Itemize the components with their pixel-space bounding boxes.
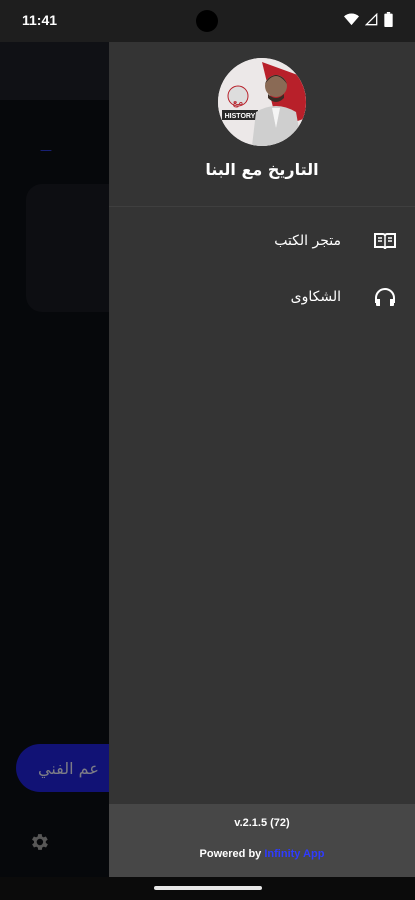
drawer-footer: v.2.1.5 (72) Powered by Infinity App xyxy=(109,804,415,877)
menu-label-complaints: الشكاوى xyxy=(290,289,341,305)
menu-label-book-store: متجر الكتب xyxy=(274,233,341,249)
menu-item-complaints[interactable]: الشكاوى xyxy=(109,269,415,325)
powered-prefix: Powered by xyxy=(199,848,262,860)
status-bar: 11:41 xyxy=(0,0,415,42)
powered-brand-link[interactable]: Infinity App xyxy=(264,848,324,860)
headphones-icon xyxy=(375,288,395,306)
avatar: ﻣﻊ HISTORY xyxy=(218,58,306,146)
avatar-image: ﻣﻊ HISTORY xyxy=(218,58,306,146)
battery-icon xyxy=(384,12,393,27)
camera-cutout xyxy=(196,10,218,32)
wifi-icon xyxy=(344,13,359,26)
app-version: v.2.1.5 (72) xyxy=(234,817,290,829)
powered-by: Powered by Infinity App xyxy=(109,848,415,860)
book-icon xyxy=(374,233,396,250)
signal-icon xyxy=(365,13,378,26)
gesture-handle[interactable] xyxy=(154,886,262,890)
svg-text:HISTORY: HISTORY xyxy=(225,113,256,120)
menu-item-book-store[interactable]: متجر الكتب xyxy=(109,213,415,269)
status-icons xyxy=(344,12,393,27)
drawer-title: التاريخ مع البنا xyxy=(205,160,319,179)
drawer-header: ﻣﻊ HISTORY التاريخ مع البنا xyxy=(109,42,415,207)
svg-text:ﻣﻊ: ﻣﻊ xyxy=(233,97,244,108)
status-time: 11:41 xyxy=(22,12,58,28)
system-nav-bar xyxy=(0,877,415,900)
navigation-drawer: ﻣﻊ HISTORY التاريخ مع البنا متجر الكتب ا… xyxy=(109,42,415,877)
